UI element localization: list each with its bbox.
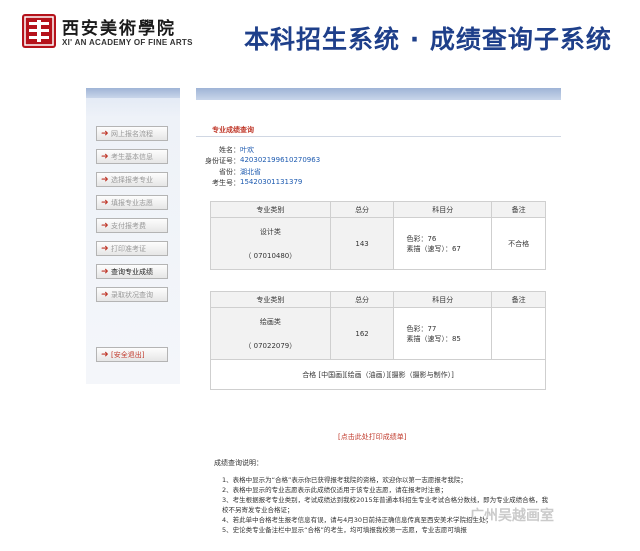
sidebar-item-label: 填报专业志愿: [111, 198, 153, 207]
col-header-category: 专业类别: [210, 291, 331, 308]
subject-score: 色彩：77: [406, 324, 437, 333]
qualified-row: 合格 [中国画][绘画（油画）][摄影（摄影与制作）]: [210, 359, 546, 390]
system-title: 本科招生系统 · 成绩查询子系统: [244, 25, 612, 54]
sidebar-item-admission-status[interactable]: ➜ 录取状况查询: [96, 287, 168, 302]
content-top-bar: [196, 88, 561, 100]
info-row-id: 身份证号： 420302199610270963: [196, 156, 561, 166]
category-name: 绘画类: [259, 317, 281, 326]
info-key: 身份证号：: [205, 157, 240, 165]
header: 西安美術學院 XI' AN ACADEMY OF FINE ARTS 本科招生系…: [0, 0, 640, 78]
category-code: （ 07010480）: [244, 251, 297, 260]
academy-name-cn: 西安美術學院: [62, 19, 176, 39]
academy-seal-icon: [22, 14, 56, 48]
sidebar-item-query-scores[interactable]: ➜ 查询专业成绩: [96, 264, 168, 279]
remark-cell: 不合格: [491, 217, 546, 270]
sidebar-item-pay-fee[interactable]: ➜ 支付报考费: [96, 218, 168, 233]
sidebar-item-label: 网上报名流程: [111, 129, 153, 138]
arrow-right-icon: ➜: [101, 197, 109, 208]
subject-score: 色彩：76: [406, 234, 437, 243]
score-table-1: 专业类别 总分 科目分 备注 设计类 （ 07010480） 143 色彩：76…: [210, 201, 546, 270]
sidebar-item-major-preference[interactable]: ➜ 填报专业志愿: [96, 195, 168, 210]
sidebar-item-label: 选择报考专业: [111, 175, 153, 184]
subject-scores-cell: 色彩：76 素描（速写）：67: [393, 217, 493, 270]
explain-item: 1、表格中显示为“合格”表示你已获得报考我院的资格，欢迎你以第一志愿报考我院；: [222, 476, 467, 484]
sidebar: ➜ 网上报名流程 ➜ 考生基本信息 ➜ 选择报考专业 ➜ 填报专业志愿 ➜ 支付…: [86, 88, 180, 384]
sidebar-item-label: 考生基本信息: [111, 152, 153, 161]
info-key: 姓名：: [219, 146, 240, 154]
arrow-right-icon: ➜: [101, 266, 109, 277]
col-header-remark: 备注: [491, 291, 546, 308]
print-transcript-link[interactable]: [点击此处打印成绩单]: [338, 432, 406, 442]
col-header-subjects: 科目分: [393, 291, 493, 308]
explain-title: 成绩查询说明：: [214, 459, 263, 467]
remark-cell: [491, 307, 546, 360]
table-row: 设计类 （ 07010480） 143 色彩：76 素描（速写）：67 不合格: [210, 217, 546, 270]
arrow-right-icon: ➜: [101, 243, 109, 254]
category-cell: 设计类 （ 07010480）: [210, 217, 331, 270]
subject-scores-cell: 色彩：77 素描（速写）：85: [393, 307, 493, 360]
section-header: 专业成绩查询: [196, 123, 561, 137]
info-value-exam-no: 15420301131379: [240, 178, 303, 186]
arrow-right-icon: ➜: [101, 289, 109, 300]
sidebar-item-select-major[interactable]: ➜ 选择报考专业: [96, 172, 168, 187]
col-header-remark: 备注: [491, 201, 546, 218]
main-content: 专业成绩查询 姓名： 叶欢 身份证号： 420302199610270963 省…: [196, 88, 561, 551]
sidebar-item-apply-flow[interactable]: ➜ 网上报名流程: [96, 126, 168, 141]
header-divider: [0, 78, 640, 88]
watermark-text: 广州吴越画室: [470, 508, 554, 524]
arrow-right-icon: ➜: [101, 151, 109, 162]
info-key: 考生号：: [212, 179, 240, 187]
info-value-id: 420302199610270963: [240, 156, 321, 164]
explain-item: 2、表格中显示的专业志愿表示此成绩仅适用于该专业志愿，请在报考时注意；: [222, 486, 448, 495]
info-row-province: 省份： 湖北省: [196, 167, 561, 177]
explain-item: 5、史论类专业备注栏中显示“合格”的考生，均可填报我校第一志愿，专业志愿可填报: [222, 525, 467, 534]
info-value-province: 湖北省: [240, 168, 261, 176]
sidebar-item-label: 支付报考费: [111, 221, 146, 230]
sidebar-item-label: 打印准考证: [111, 244, 146, 253]
col-header-category: 专业类别: [210, 201, 331, 218]
arrow-right-icon: ➜: [101, 174, 109, 185]
table-row: 绘画类 （ 07022079） 162 色彩：77 素描（速写）：85: [210, 307, 546, 360]
arrow-right-icon: ➜: [101, 220, 109, 231]
col-header-subjects: 科目分: [393, 201, 493, 218]
arrow-right-icon: ➜: [101, 349, 109, 360]
category-code: （ 07022079）: [244, 341, 297, 350]
info-key: 省份：: [219, 168, 240, 176]
logout-label: [安全退出]: [111, 350, 145, 359]
category-cell: 绘画类 （ 07022079）: [210, 307, 331, 360]
academy-name-en: XI' AN ACADEMY OF FINE ARTS: [62, 38, 193, 47]
arrow-right-icon: ➜: [101, 128, 109, 139]
col-header-total: 总分: [329, 201, 395, 218]
subject-score: 素描（速写）：85: [406, 334, 461, 343]
total-score: 143: [329, 217, 395, 270]
sidebar-item-student-info[interactable]: ➜ 考生基本信息: [96, 149, 168, 164]
sidebar-item-label: 查询专业成绩: [111, 267, 153, 276]
info-row-name: 姓名： 叶欢: [196, 145, 561, 155]
col-header-total: 总分: [329, 291, 395, 308]
sidebar-top-bar: [86, 88, 180, 98]
logout-button[interactable]: ➜ [安全退出]: [96, 347, 168, 362]
category-name: 设计类: [259, 227, 281, 236]
info-value-name: 叶欢: [240, 146, 254, 154]
total-score: 162: [329, 307, 395, 360]
info-row-exam-no: 考生号： 15420301131379: [196, 178, 561, 188]
subject-score: 素描（速写）：67: [406, 244, 461, 253]
sidebar-item-print-ticket[interactable]: ➜ 打印准考证: [96, 241, 168, 256]
section-title: 专业成绩查询: [212, 126, 254, 134]
qualified-note: 合格 [中国画][绘画（油画）][摄影（摄影与制作）]: [210, 359, 546, 390]
sidebar-item-label: 录取状况查询: [111, 290, 153, 299]
score-table-2: 专业类别 总分 科目分 备注 绘画类 （ 07022079） 162 色彩：77…: [210, 291, 546, 390]
